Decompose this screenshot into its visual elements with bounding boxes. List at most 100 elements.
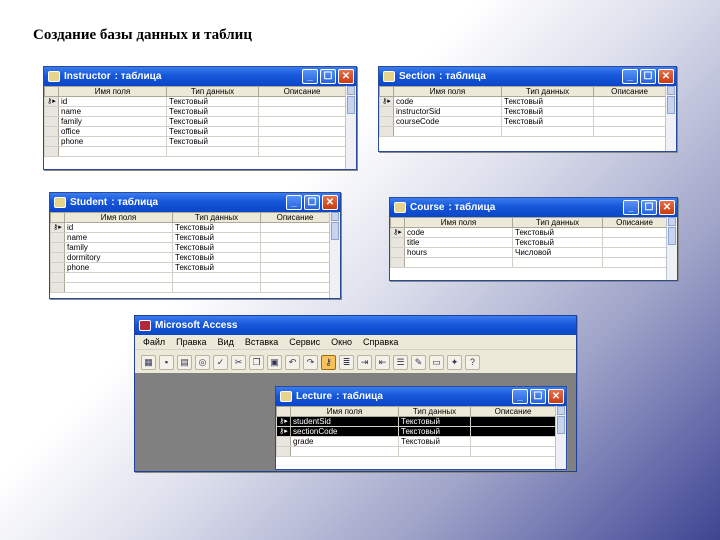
field-name[interactable]: phone [64, 262, 173, 273]
field-name[interactable]: family [64, 242, 173, 253]
close-button[interactable]: ✕ [658, 69, 674, 84]
vertical-scrollbar[interactable] [555, 406, 566, 469]
key-icon[interactable]: ⚷▸ [276, 426, 291, 437]
field-name[interactable]: phone [58, 136, 167, 147]
field-type[interactable]: Текстовый [501, 116, 594, 127]
row-selector[interactable] [379, 116, 394, 127]
fields-grid[interactable]: Имя поля Тип данных Описание ⚷▸ code Текстов… [379, 86, 666, 137]
key-icon[interactable]: ⚷▸ [276, 416, 291, 427]
field-desc[interactable] [260, 252, 330, 263]
field-name[interactable]: name [64, 232, 173, 243]
field-desc[interactable] [593, 106, 666, 117]
field-name[interactable]: instructorSid [393, 106, 502, 117]
table-row[interactable]: title Текстовый [390, 237, 667, 248]
table-row[interactable]: phone Текстовый [50, 262, 330, 273]
field-name[interactable]: courseCode [393, 116, 502, 127]
field-type[interactable]: Числовой [512, 247, 603, 258]
field-name[interactable]: grade [290, 436, 399, 447]
fields-grid[interactable]: Имя поля Тип данных Описание ⚷▸ id Текстовый… [44, 86, 346, 157]
window-titlebar[interactable]: Course : таблица _ ☐ ✕ [390, 198, 677, 217]
field-name[interactable]: studentSid [290, 416, 399, 427]
menu-view[interactable]: Вид [218, 337, 234, 347]
field-desc[interactable] [470, 416, 556, 427]
field-name[interactable]: id [64, 222, 173, 233]
row-selector[interactable] [50, 242, 65, 253]
row-selector[interactable] [276, 436, 291, 447]
table-row[interactable]: ⚷▸ code Текстовый [379, 96, 666, 107]
field-desc[interactable] [260, 242, 330, 253]
table-row-selected[interactable]: ⚷▸ sectionCode Текстовый [276, 426, 556, 437]
menu-help[interactable]: Справка [363, 337, 398, 347]
vertical-scrollbar[interactable] [329, 212, 340, 298]
field-desc[interactable] [260, 262, 330, 273]
row-selector[interactable] [379, 126, 394, 137]
paste-icon[interactable]: ▣ [267, 354, 282, 370]
field-desc[interactable] [260, 232, 330, 243]
field-desc[interactable] [470, 426, 556, 437]
row-selector[interactable] [379, 106, 394, 117]
print-icon[interactable]: ▤ [177, 354, 192, 370]
row-selector[interactable] [50, 252, 65, 263]
menu-insert[interactable]: Вставка [245, 337, 278, 347]
table-row[interactable]: hours Числовой [390, 247, 667, 258]
table-row[interactable]: name Текстовый [50, 232, 330, 243]
field-type[interactable]: Текстовый [172, 242, 261, 253]
field-type[interactable]: Текстовый [512, 237, 603, 248]
table-row[interactable]: family Текстовый [50, 242, 330, 253]
minimize-button[interactable]: _ [623, 200, 639, 215]
minimize-button[interactable]: _ [286, 195, 302, 210]
row-selector[interactable] [50, 272, 65, 283]
field-name[interactable]: code [393, 96, 502, 107]
window-titlebar[interactable]: Lecture : таблица _ ☐ ✕ [276, 387, 566, 406]
row-selector[interactable] [390, 247, 405, 258]
field-name[interactable]: hours [404, 247, 513, 258]
field-type[interactable]: Текстовый [501, 96, 594, 107]
table-row[interactable]: grade Текстовый [276, 436, 556, 447]
row-selector[interactable] [44, 126, 59, 137]
field-desc[interactable] [470, 436, 556, 447]
close-button[interactable]: ✕ [548, 389, 564, 404]
vertical-scrollbar[interactable] [666, 217, 677, 280]
spelling-icon[interactable]: ✓ [213, 354, 228, 370]
field-desc[interactable] [602, 237, 667, 248]
window-titlebar[interactable]: Instructor : таблица _ ☐ ✕ [44, 67, 356, 86]
window-titlebar[interactable]: Student : таблица _ ☐ ✕ [50, 193, 340, 212]
close-button[interactable]: ✕ [338, 69, 354, 84]
minimize-button[interactable]: _ [622, 69, 638, 84]
instructor-table-window[interactable]: Instructor : таблица _ ☐ ✕ Имя поля Тип д… [43, 66, 357, 170]
lecture-table-window[interactable]: Lecture : таблица _ ☐ ✕ Имя поля Тип данн… [275, 386, 567, 470]
redo-icon[interactable]: ↷ [303, 354, 318, 370]
table-row[interactable] [50, 272, 330, 283]
view-icon[interactable]: ▦ [141, 354, 156, 370]
minimize-button[interactable]: _ [512, 389, 528, 404]
field-type[interactable]: Текстовый [398, 426, 471, 437]
print-preview-icon[interactable]: ◎ [195, 354, 210, 370]
properties-icon[interactable]: ☰ [393, 354, 408, 370]
student-table-window[interactable]: Student : таблица _ ☐ ✕ Имя поля Тип данн… [49, 192, 341, 299]
table-row[interactable]: dormitory Текстовый [50, 252, 330, 263]
table-row[interactable]: name Текстовый [44, 106, 346, 117]
field-desc[interactable] [258, 96, 346, 107]
field-type[interactable]: Текстовый [172, 232, 261, 243]
row-selector[interactable] [50, 262, 65, 273]
field-name[interactable]: name [58, 106, 167, 117]
key-icon[interactable]: ⚷▸ [50, 222, 65, 233]
row-selector[interactable] [44, 106, 59, 117]
row-selector[interactable] [276, 446, 291, 457]
field-type[interactable]: Текстовый [172, 262, 261, 273]
access-titlebar[interactable]: Microsoft Access [135, 316, 576, 335]
section-table-window[interactable]: Section : таблица _ ☐ ✕ Имя поля Тип данн… [378, 66, 677, 152]
table-row[interactable]: instructorSid Текстовый [379, 106, 666, 117]
field-type[interactable]: Текстовый [512, 227, 603, 238]
undo-icon[interactable]: ↶ [285, 354, 300, 370]
vertical-scrollbar[interactable] [345, 86, 356, 169]
menu-edit[interactable]: Правка [176, 337, 206, 347]
save-icon[interactable]: ▪ [159, 354, 174, 370]
field-desc[interactable] [258, 106, 346, 117]
database-window-icon[interactable]: ▭ [429, 354, 444, 370]
field-name[interactable]: id [58, 96, 167, 107]
indexes-icon[interactable]: ≣ [339, 354, 354, 370]
field-desc[interactable] [258, 126, 346, 137]
maximize-button[interactable]: ☐ [304, 195, 320, 210]
row-selector[interactable] [50, 232, 65, 243]
